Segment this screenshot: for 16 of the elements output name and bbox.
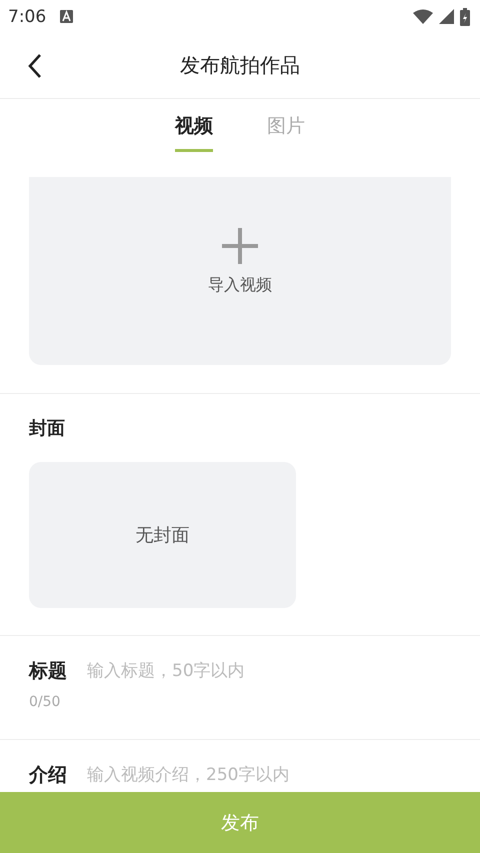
page-title: 发布航拍作品 <box>180 52 300 79</box>
import-video-button[interactable]: 导入视频 <box>29 177 451 365</box>
wifi-icon <box>413 9 433 24</box>
section-heading: 封面 <box>29 417 66 440</box>
notification-icon <box>60 10 74 23</box>
cover-placeholder[interactable]: 无封面 <box>29 462 296 608</box>
tab[interactable]: 视频 <box>175 113 213 152</box>
character-counter: 0/50 <box>29 694 62 710</box>
signal-icon <box>439 9 454 24</box>
plus-icon <box>221 226 259 264</box>
field-label: 介绍 <box>29 763 67 788</box>
status-time: 7:06 <box>8 6 46 26</box>
field-label: 标题 <box>29 659 67 684</box>
input-field[interactable]: 输入标题，50字以内 <box>87 661 451 681</box>
input-field[interactable]: 输入视频介绍，250字以内 <box>87 765 451 785</box>
battery-icon <box>460 8 470 26</box>
